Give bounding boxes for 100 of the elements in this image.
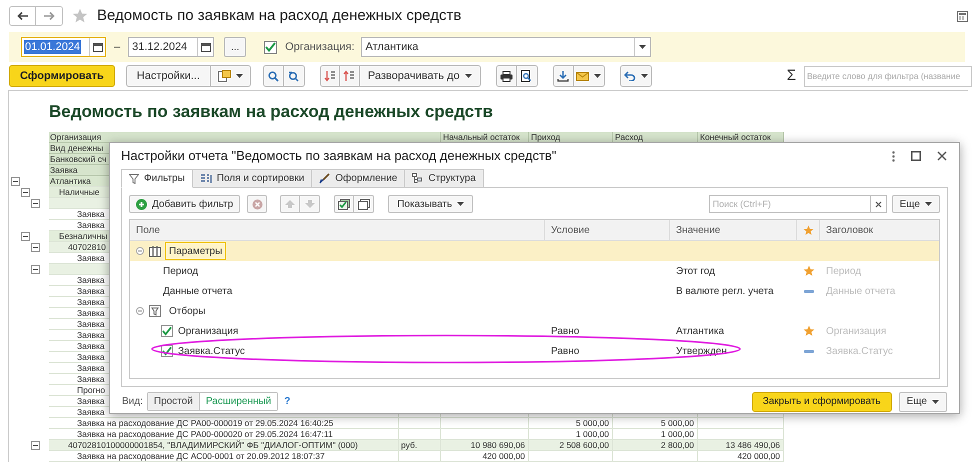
search-field[interactable]: Введите слово для фильтра (название	[804, 66, 972, 86]
help-link[interactable]: ?	[284, 394, 290, 409]
title-cell-text: Заявка.Статус	[825, 344, 894, 358]
download-icon	[557, 70, 570, 82]
value-cell-text: Этот год	[675, 264, 716, 278]
report-title: Ведомость по заявкам на расход денежных средств	[48, 101, 494, 123]
title-cell-text: Данные отчета	[825, 284, 896, 298]
star-icon	[802, 224, 814, 236]
show-dropdown[interactable]: Показывать	[388, 195, 474, 213]
row-label: Данные отчета	[163, 284, 232, 298]
value-cell-text: В валюте регл. учета	[675, 284, 775, 298]
search-next-icon	[288, 70, 300, 82]
caret-icon	[457, 202, 464, 206]
collapse-icon[interactable]	[31, 243, 40, 252]
uncheck-all-button[interactable]	[354, 195, 374, 213]
view-mode-tab[interactable]: Простой	[148, 393, 199, 410]
parameters-icon	[149, 245, 161, 257]
expand-to-button[interactable]: Разворачивать до	[360, 65, 481, 87]
row-label: Заявка на расходование ДС РА00-000019 от 29.05.2024 16:40:25	[49, 418, 399, 429]
print-preview-icon	[521, 70, 532, 82]
tab[interactable]: Фильтры	[121, 169, 193, 188]
checkmark-icon	[265, 42, 276, 52]
checkbox[interactable]	[264, 40, 278, 54]
expand-all-button[interactable]	[340, 65, 360, 87]
collapse-icon[interactable]	[136, 307, 144, 315]
right-arrow-icon	[43, 11, 55, 21]
field-label: Организация:	[285, 40, 355, 55]
sum-button[interactable]: Σ	[786, 64, 796, 88]
search-button[interactable]	[262, 65, 284, 87]
check-all-icon	[338, 198, 350, 210]
range-dash: –	[113, 40, 122, 55]
collapse-icon[interactable]	[31, 441, 40, 450]
clear-icon[interactable]	[874, 200, 882, 208]
calendar-icon	[200, 42, 211, 52]
delete-icon	[252, 198, 263, 210]
date-field[interactable]: 31.12.2024	[128, 37, 214, 57]
collapse-icon[interactable]	[31, 265, 40, 274]
search-field[interactable]: Поиск (Ctrl+F)	[708, 195, 871, 213]
column-header: Заголовок	[825, 224, 874, 238]
clear-button[interactable]	[870, 195, 887, 213]
star-icon[interactable]	[802, 325, 814, 337]
collapse-all-button[interactable]	[320, 65, 340, 87]
table-cell: 2 508 600,00	[529, 440, 613, 451]
tab[interactable]: Оформление	[312, 169, 406, 188]
report-variant-button[interactable]	[210, 65, 251, 87]
view-mode-tab[interactable]: Расширенный	[198, 393, 278, 410]
undo-button[interactable]	[620, 65, 652, 87]
checkbox[interactable]	[161, 325, 173, 337]
print-preview-button[interactable]	[516, 65, 538, 87]
close-and-generate-button[interactable]: Закрыть и сформировать	[752, 392, 892, 412]
condition-cell-text: Равно	[550, 324, 580, 338]
date-field[interactable]: 01.01.2024	[21, 37, 106, 57]
more-button[interactable]: Еще	[898, 392, 947, 412]
row-label: Заявка на расходование ДС АС00-0001 от 20.09.2012 18:07:37	[49, 451, 399, 462]
settings-row[interactable]: Параметры	[130, 241, 939, 261]
add-filter-button[interactable]: Добавить фильтр	[129, 195, 240, 213]
column-header: Значение	[670, 220, 797, 240]
table-cell: 1 000,00	[529, 429, 613, 440]
organization-field[interactable]: Атлантика	[360, 37, 651, 57]
sort-down-icon	[324, 70, 336, 82]
collapse-icon[interactable]	[21, 188, 30, 197]
collapse-icon[interactable]	[31, 199, 40, 208]
view-label: Вид:	[122, 395, 143, 409]
caret-icon	[932, 400, 939, 404]
close-icon[interactable]	[937, 151, 947, 161]
table-cell: 10 980 690,06	[441, 440, 529, 451]
maximize-icon[interactable]	[911, 151, 921, 161]
caret-icon	[638, 45, 646, 49]
search-next-button[interactable]	[284, 65, 305, 87]
more-options-icon[interactable]	[892, 150, 895, 162]
tab[interactable]: Структура	[405, 169, 484, 188]
caret-icon	[464, 74, 472, 78]
calculator-icon	[957, 10, 968, 22]
window-title: Ведомость по заявкам на расход денежных средств	[97, 6, 462, 26]
collapse-icon[interactable]	[21, 232, 30, 241]
save-button[interactable]	[552, 65, 574, 87]
star-icon[interactable]	[802, 265, 814, 277]
caret-icon	[925, 202, 932, 206]
table-cell: 13 486 490,06	[698, 440, 784, 451]
print-button[interactable]	[496, 65, 517, 87]
row-label: 40702810100000001854, "ВЛАДИМИРСКИЙ" ФБ "ДИАЛОГ-ОПТИМ" (000)	[49, 440, 399, 451]
collapse-icon[interactable]	[136, 247, 144, 255]
generate-button[interactable]: Сформировать	[9, 65, 115, 87]
period-select-button[interactable]: ...	[224, 37, 246, 57]
sort-up-icon	[343, 70, 356, 82]
table-cell: 2 800,00	[613, 440, 698, 451]
table-cell: 420 000,00	[441, 451, 529, 462]
row-label: Параметры	[165, 242, 226, 260]
column-header: Начальный остаток	[441, 132, 529, 143]
add-icon	[136, 198, 147, 210]
check-all-button[interactable]	[334, 195, 354, 213]
tab[interactable]: Поля и сортировки	[192, 169, 312, 188]
settings-button[interactable]: Настройки...	[126, 65, 211, 87]
left-arrow-icon	[16, 11, 28, 21]
table-cell: 5 000,00	[529, 418, 613, 429]
star-icon[interactable]	[72, 8, 88, 24]
calendar-icon	[92, 42, 102, 52]
caret-icon	[640, 74, 648, 78]
more-button[interactable]: Еще	[892, 195, 940, 213]
collapse-icon[interactable]	[11, 177, 20, 186]
